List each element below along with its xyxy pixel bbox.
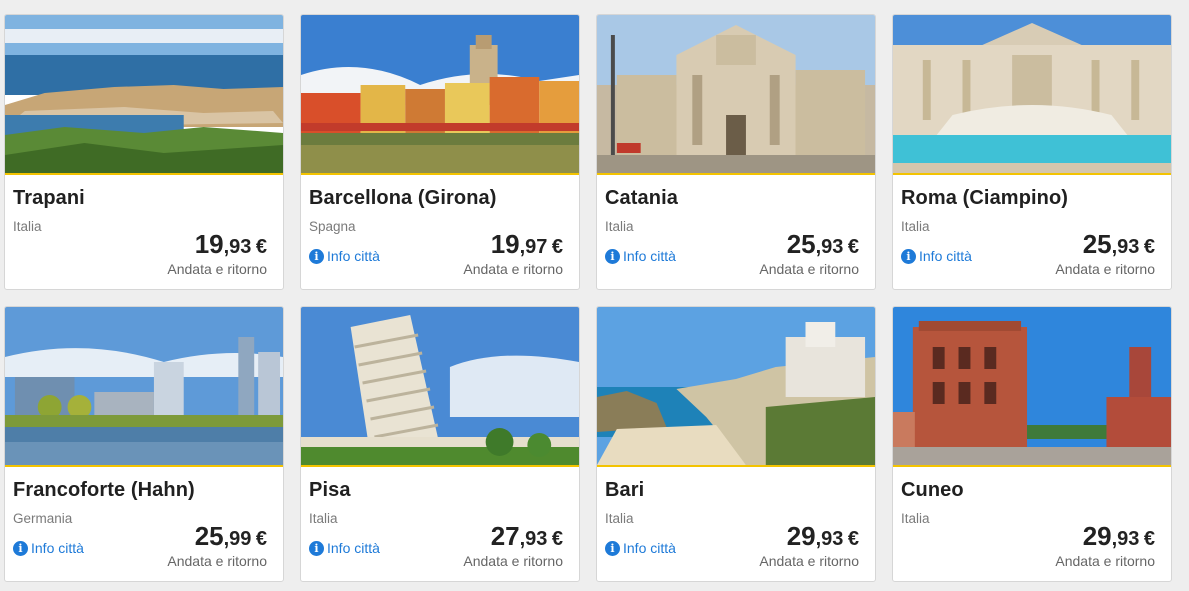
price-integer: 27 <box>490 521 520 551</box>
destination-country: Italia <box>13 219 42 234</box>
card-accent-line <box>597 173 875 175</box>
destination-country: Italia <box>605 511 634 526</box>
price-currency: € <box>255 528 267 550</box>
destination-country: Spagna <box>309 219 356 234</box>
destination-city: Cuneo <box>901 479 964 501</box>
destination-price: 25,93 € <box>787 229 859 260</box>
city-info-label: Info città <box>623 540 676 556</box>
destination-card-pisa[interactable]: Pisa Italia i Info città 27,93 € Andata … <box>300 306 580 582</box>
trip-type: Andata e ritorno <box>167 261 267 277</box>
card-accent-line <box>597 465 875 467</box>
destination-card-trapani[interactable]: Trapani Italia 19,93 € Andata e ritorno <box>4 14 284 290</box>
info-circle-icon: i <box>605 248 620 264</box>
info-circle-icon: i <box>13 540 28 556</box>
destination-country: Italia <box>901 511 930 526</box>
destination-city: Pisa <box>309 479 351 501</box>
destination-city: Catania <box>605 187 678 209</box>
destination-photo <box>5 307 283 465</box>
destination-city: Barcellona (Girona) <box>309 187 497 209</box>
trip-type: Andata e ritorno <box>167 553 267 569</box>
destination-photo <box>597 307 875 465</box>
price-currency: € <box>847 528 859 550</box>
destination-country: Germania <box>13 511 73 526</box>
city-info-link[interactable]: i Info città <box>605 248 676 264</box>
destination-price: 19,93 € <box>195 229 267 260</box>
price-integer: 19 <box>490 229 520 259</box>
destination-price: 25,99 € <box>195 521 267 552</box>
city-info-link[interactable]: i Info città <box>901 248 972 264</box>
trip-type: Andata e ritorno <box>463 261 563 277</box>
destinations-grid: Trapani Italia 19,93 € Andata e ritorno <box>4 14 1184 584</box>
city-info-label: Info città <box>623 248 676 264</box>
destination-country: Italia <box>901 219 930 234</box>
city-info-link[interactable]: i Info città <box>605 540 676 556</box>
destination-photo <box>301 307 579 465</box>
destination-card-bari[interactable]: Bari Italia i Info città 29,93 € Andata … <box>596 306 876 582</box>
destination-price: 19,97 € <box>491 229 563 260</box>
trip-type: Andata e ritorno <box>1055 553 1155 569</box>
city-info-link[interactable]: i Info città <box>13 540 84 556</box>
price-integer: 25 <box>786 229 816 259</box>
destination-card-roma[interactable]: Roma (Ciampino) Italia i Info città 25,9… <box>892 14 1172 290</box>
price-integer: 29 <box>786 521 816 551</box>
card-accent-line <box>5 465 283 467</box>
destination-country: Italia <box>605 219 634 234</box>
destination-price: 27,93 € <box>491 521 563 552</box>
info-circle-icon: i <box>605 540 620 556</box>
price-decimal: ,93 <box>223 236 252 258</box>
info-circle-icon: i <box>309 540 324 556</box>
trip-type: Andata e ritorno <box>463 553 563 569</box>
card-accent-line <box>893 173 1171 175</box>
price-currency: € <box>1143 236 1155 258</box>
destination-city: Francoforte (Hahn) <box>13 479 195 501</box>
card-accent-line <box>893 465 1171 467</box>
price-decimal: ,93 <box>815 528 844 550</box>
destination-photo <box>893 307 1171 465</box>
destination-card-francoforte[interactable]: Francoforte (Hahn) Germania i Info città… <box>4 306 284 582</box>
price-decimal: ,93 <box>815 236 844 258</box>
info-circle-icon: i <box>309 248 324 264</box>
price-integer: 25 <box>194 521 224 551</box>
price-integer: 29 <box>1082 521 1112 551</box>
destination-city: Roma (Ciampino) <box>901 187 1069 209</box>
destination-photo <box>301 15 579 173</box>
price-currency: € <box>551 528 563 550</box>
price-decimal: ,93 <box>519 528 548 550</box>
price-decimal: ,93 <box>1111 528 1140 550</box>
destination-city: Trapani <box>13 187 85 209</box>
price-currency: € <box>1143 528 1155 550</box>
price-decimal: ,93 <box>1111 236 1140 258</box>
price-decimal: ,97 <box>519 236 548 258</box>
trip-type: Andata e ritorno <box>759 553 859 569</box>
info-circle-icon: i <box>901 248 916 264</box>
price-currency: € <box>847 236 859 258</box>
destination-price: 29,93 € <box>1083 521 1155 552</box>
card-accent-line <box>301 173 579 175</box>
destination-card-catania[interactable]: Catania Italia i Info città 25,93 € Anda… <box>596 14 876 290</box>
price-decimal: ,99 <box>223 528 252 550</box>
destination-price: 29,93 € <box>787 521 859 552</box>
destination-card-cuneo[interactable]: Cuneo Italia 29,93 € Andata e ritorno <box>892 306 1172 582</box>
destination-photo <box>597 15 875 173</box>
destination-price: 25,93 € <box>1083 229 1155 260</box>
city-info-link[interactable]: i Info città <box>309 540 380 556</box>
destination-country: Italia <box>309 511 338 526</box>
price-integer: 19 <box>194 229 224 259</box>
card-accent-line <box>5 173 283 175</box>
price-currency: € <box>551 236 563 258</box>
city-info-label: Info città <box>919 248 972 264</box>
city-info-label: Info città <box>31 540 84 556</box>
card-accent-line <box>301 465 579 467</box>
price-integer: 25 <box>1082 229 1112 259</box>
destination-city: Bari <box>605 479 645 501</box>
city-info-label: Info città <box>327 540 380 556</box>
destination-photo <box>5 15 283 173</box>
city-info-link[interactable]: i Info città <box>309 248 380 264</box>
trip-type: Andata e ritorno <box>1055 261 1155 277</box>
trip-type: Andata e ritorno <box>759 261 859 277</box>
destination-photo <box>893 15 1171 173</box>
destination-card-barcellona[interactable]: Barcellona (Girona) Spagna i Info città … <box>300 14 580 290</box>
city-info-label: Info città <box>327 248 380 264</box>
price-currency: € <box>255 236 267 258</box>
